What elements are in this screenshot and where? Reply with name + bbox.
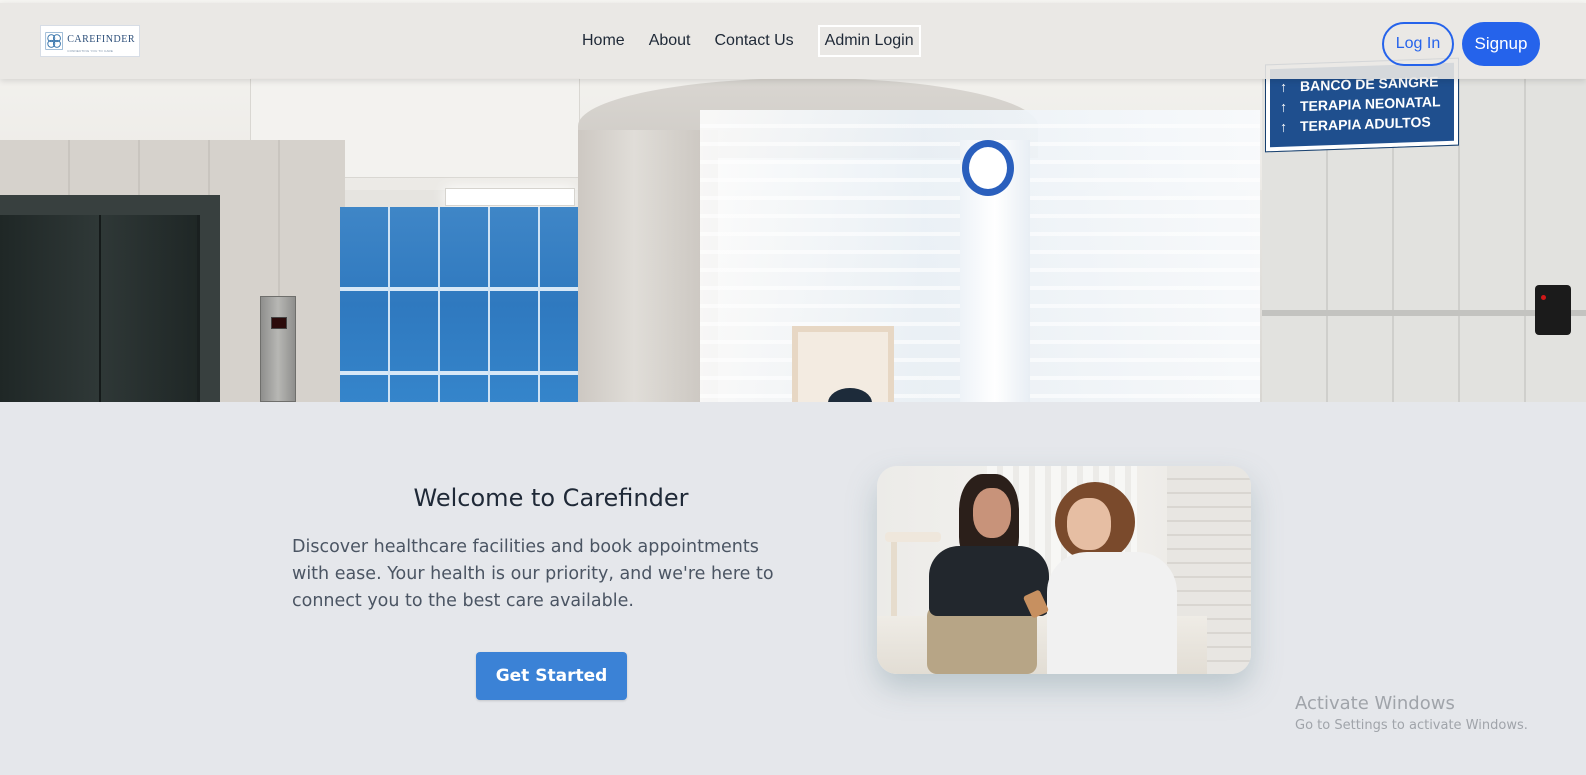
hero-pillar <box>578 130 718 402</box>
welcome-title: Welcome to Carefinder <box>413 484 689 512</box>
nav-links: Home About Contact Us Admin Login <box>582 24 921 58</box>
photo-side-table <box>885 532 941 542</box>
login-button[interactable]: Log In <box>1382 22 1454 66</box>
navbar: CAREFINDER CONNECTING YOU TO CARE Home A… <box>0 3 1586 79</box>
nav-link-admin-login[interactable]: Admin Login <box>817 25 921 57</box>
photo-person-face <box>1067 498 1111 550</box>
nav-link-contact-us[interactable]: Contact Us <box>715 32 794 50</box>
photo-pillow <box>927 606 1037 674</box>
nav-link-about[interactable]: About <box>649 32 691 50</box>
card-reader <box>1535 285 1571 335</box>
sign-line: TERAPIA ADULTOS <box>1300 113 1431 135</box>
arrow-up-icon: ↑ <box>1280 78 1287 95</box>
photo-table-leg <box>891 542 897 622</box>
nav-link-home[interactable]: Home <box>582 32 625 50</box>
elevator-panel <box>260 296 296 402</box>
photo-person-face <box>973 488 1011 538</box>
welcome-description: Discover healthcare facilities and book … <box>292 537 774 611</box>
welcome-photo <box>877 466 1251 674</box>
watermark-title: Activate Windows <box>1295 693 1455 714</box>
watermark-subtitle: Go to Settings to activate Windows. <box>1295 718 1528 733</box>
photo-person-body <box>1047 552 1177 674</box>
signup-button[interactable]: Signup <box>1462 22 1540 66</box>
arrow-up-icon: ↑ <box>1280 98 1287 115</box>
activate-windows-watermark: Activate Windows Go to Settings to activ… <box>1295 692 1528 736</box>
hero-blue-wall <box>340 207 580 402</box>
logo-tagline: CONNECTING YOU TO CARE <box>67 49 114 53</box>
arrow-up-icon: ↑ <box>1280 118 1287 135</box>
logo-text: CAREFINDER <box>67 34 135 45</box>
ceiling-light <box>445 188 575 206</box>
elevator-door <box>0 215 200 402</box>
get-started-button[interactable]: Get Started <box>476 652 627 700</box>
wall-clock <box>962 140 1014 196</box>
carefinder-logo-icon <box>45 32 63 50</box>
logo[interactable]: CAREFINDER CONNECTING YOU TO CARE <box>40 25 140 57</box>
